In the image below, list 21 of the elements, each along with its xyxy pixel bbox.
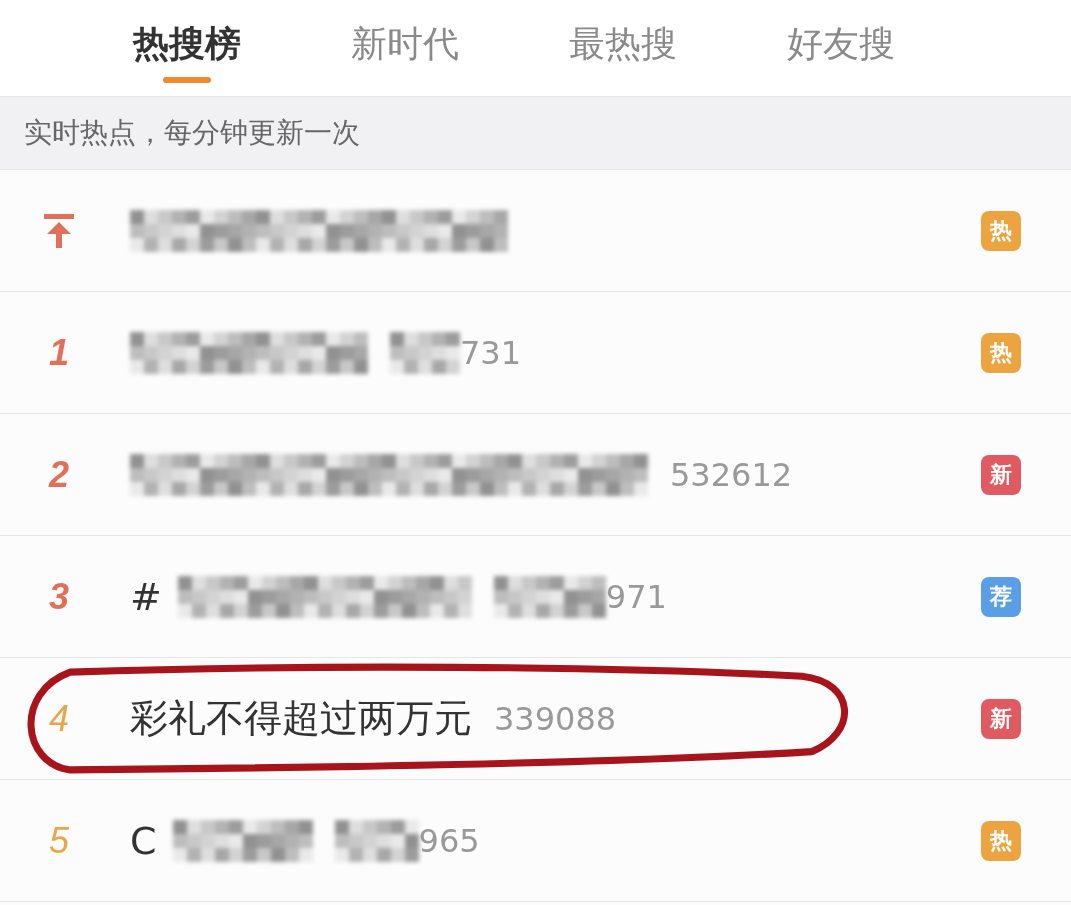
topic-title[interactable]: 彩礼不得超过两万元: [130, 693, 472, 744]
rank-number: 2: [49, 453, 69, 496]
search-count: 971: [605, 577, 667, 616]
rank-number: 4: [49, 697, 69, 740]
status-badge: 热: [981, 210, 1021, 251]
search-count: 339088: [494, 699, 617, 738]
search-count: 532612: [670, 455, 793, 494]
status-badge: 新: [981, 698, 1021, 739]
search-count: 965: [418, 821, 480, 860]
rank-number: 3: [49, 575, 69, 618]
status-badge: 热: [981, 332, 1021, 373]
search-count: 731: [460, 333, 522, 372]
topic-title[interactable]: #: [130, 574, 162, 619]
status-badge: 热: [981, 820, 1021, 861]
status-badge: 荐: [981, 576, 1021, 617]
banner-text: 实时热点，每分钟更新一次: [24, 115, 360, 151]
rank-number: 1: [49, 331, 69, 374]
rank-number: 5: [49, 819, 69, 862]
tab[interactable]: 热搜榜: [133, 13, 241, 83]
status-badge: 新: [981, 454, 1021, 495]
topic-title[interactable]: C: [130, 818, 157, 863]
